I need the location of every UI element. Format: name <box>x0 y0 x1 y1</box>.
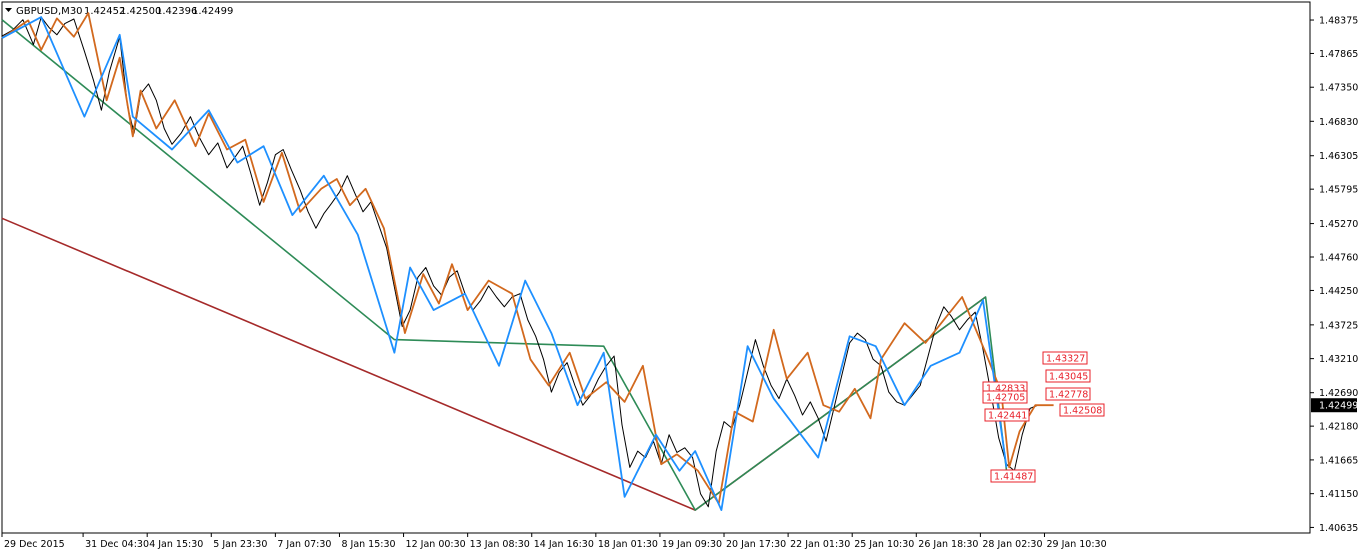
x-tick-label: 28 Jan 02:30 <box>982 539 1042 550</box>
current-price-label: 1.42499 <box>1319 401 1358 412</box>
x-tick-label: 4 Jan 15:30 <box>149 539 203 550</box>
level-label: 1.42778 <box>1049 390 1088 401</box>
level-label: 1.43327 <box>1046 354 1085 365</box>
x-tick-label: 31 Dec 04:30 <box>85 539 149 550</box>
x-tick-label: 29 Jan 10:30 <box>1046 539 1106 550</box>
y-tick-label: 1.46830 <box>1319 117 1358 128</box>
level-label: 1.43045 <box>1049 372 1088 383</box>
y-tick-label: 1.45795 <box>1319 185 1358 196</box>
y-tick-label: 1.44250 <box>1319 286 1358 297</box>
y-tick-label: 1.44760 <box>1319 253 1358 264</box>
y-tick-label: 1.45270 <box>1319 219 1358 230</box>
y-tick-label: 1.43725 <box>1319 320 1358 331</box>
header-close: 1.42499 <box>192 6 233 17</box>
x-tick-label: 14 Jan 16:30 <box>534 539 594 550</box>
y-tick-label: 1.46305 <box>1319 151 1358 162</box>
y-tick-label: 1.40635 <box>1319 523 1358 534</box>
x-tick-label: 7 Jan 07:30 <box>277 539 331 550</box>
y-tick-label: 1.42690 <box>1319 388 1358 399</box>
y-tick-label: 1.47865 <box>1319 49 1358 60</box>
x-tick-label: 8 Jan 15:30 <box>341 539 395 550</box>
header-symbol: GBPUSD,M30 <box>16 6 83 17</box>
level-label: 1.41487 <box>994 472 1033 483</box>
y-tick-label: 1.47350 <box>1319 83 1358 94</box>
y-tick-label: 1.41150 <box>1319 489 1358 500</box>
level-label: 1.42508 <box>1063 406 1102 417</box>
price-chart[interactable]: GBPUSD,M30 1.42452 1.42500 1.42396 1.424… <box>0 0 1358 554</box>
y-tick-label: 1.43210 <box>1319 354 1358 365</box>
x-tick-label: 22 Jan 01:30 <box>790 539 850 550</box>
level-label: 1.42441 <box>988 411 1027 422</box>
x-tick-label: 5 Jan 23:30 <box>213 539 267 550</box>
y-tick-label: 1.41665 <box>1319 455 1358 466</box>
x-tick-label: 13 Jan 08:30 <box>470 539 530 550</box>
x-tick-label: 26 Jan 18:30 <box>918 539 978 550</box>
y-tick-label: 1.42180 <box>1319 422 1358 433</box>
y-tick-label: 1.48375 <box>1319 16 1358 27</box>
level-label: 1.42705 <box>986 393 1025 404</box>
x-tick-label: 12 Jan 00:30 <box>406 539 466 550</box>
x-tick-label: 25 Jan 10:30 <box>854 539 914 550</box>
x-tick-label: 20 Jan 17:30 <box>726 539 786 550</box>
x-tick-label: 18 Jan 01:30 <box>598 539 658 550</box>
x-tick-label: 19 Jan 09:30 <box>662 539 722 550</box>
x-tick-label: 29 Dec 2015 <box>4 539 65 550</box>
